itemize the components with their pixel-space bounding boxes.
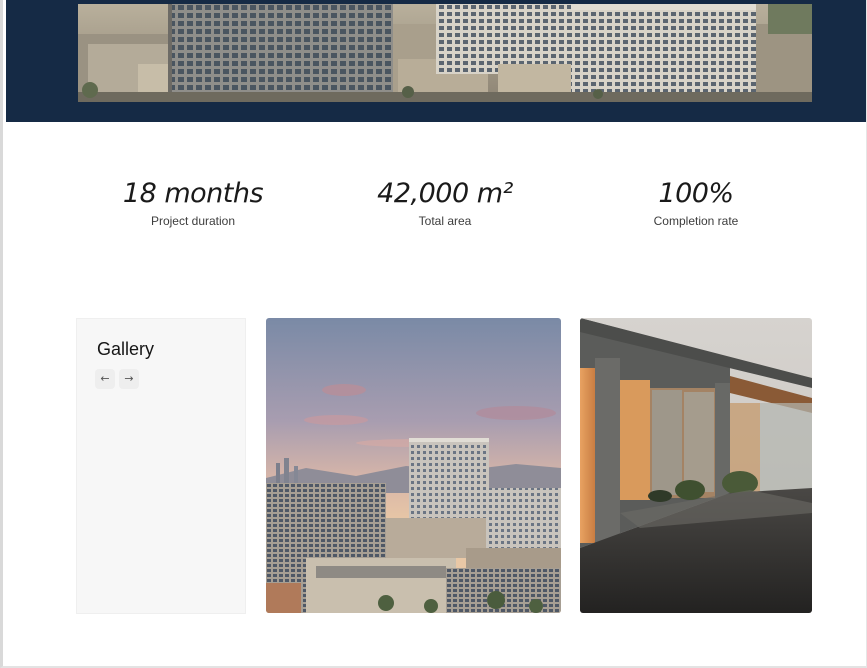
stat-label: Project duration [150, 214, 236, 228]
stat-label: Total area [418, 214, 472, 228]
page: 18 months Project duration 42,000 m² Tot… [0, 0, 867, 668]
hero-image [78, 4, 812, 102]
stat-project-duration: 18 months Project duration [83, 176, 303, 229]
stat-value: 42,000 m² [377, 178, 513, 209]
gallery-next-button[interactable]: → [119, 369, 139, 389]
stats-row: 18 months Project duration 42,000 m² Tot… [3, 176, 866, 246]
gallery-prev-button[interactable]: ← [95, 369, 115, 389]
arrow-right-icon: → [124, 372, 134, 385]
gallery-title: Gallery [97, 339, 155, 359]
gallery-image-aerial-city[interactable] [266, 318, 561, 613]
stat-value: 100% [658, 178, 734, 209]
gallery-panel: Gallery ← → [76, 318, 246, 614]
gallery-image-pavilion[interactable] [580, 318, 812, 613]
stat-label: Completion rate [653, 214, 739, 228]
stat-completion-rate: 100% Completion rate [586, 176, 806, 229]
stat-total-area: 42,000 m² Total area [335, 176, 555, 229]
gallery-nav: ← → [95, 369, 139, 389]
arrow-left-icon: ← [100, 372, 110, 385]
hero-section [6, 0, 866, 122]
stat-value: 18 months [122, 178, 264, 209]
